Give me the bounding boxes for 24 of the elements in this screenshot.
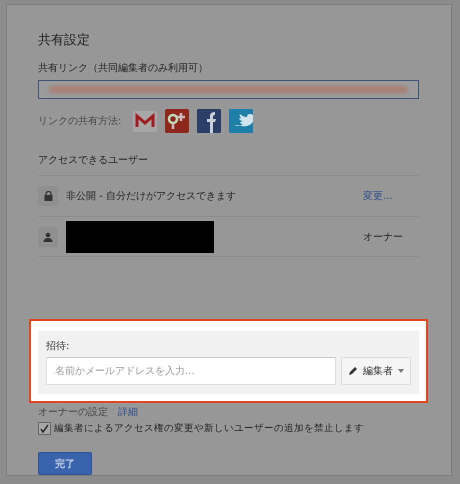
permission-dropdown[interactable]: 編集者 [341, 357, 411, 385]
restrict-option-label: 編集者によるアクセス権の変更や新しいユーザーの追加を禁止します [54, 422, 364, 435]
invite-label: 招待: [46, 340, 70, 353]
visibility-text: 非公開 - 自分だけがアクセスできます [66, 190, 237, 203]
person-icon [38, 226, 58, 247]
done-button[interactable]: 完了 [38, 452, 92, 475]
owner-settings-label: オーナーの設定 [38, 406, 108, 419]
dialog-title: 共有設定 [38, 32, 91, 49]
share-link-field[interactable] [38, 80, 419, 99]
pencil-icon [348, 366, 358, 376]
access-heading: アクセスできるユーザー [38, 152, 419, 176]
share-via-label: リンクの共有方法: [38, 114, 122, 128]
caret-icon [398, 369, 404, 373]
details-link[interactable]: 詳細 [118, 405, 174, 419]
change-link[interactable]: 変更... [363, 188, 419, 203]
share-link-label: 共有リンク（共同編集者のみ利用可） [38, 62, 209, 75]
invite-input[interactable]: 名前かメールアドレスを入力... [46, 357, 336, 385]
restrict-checkbox[interactable] [38, 422, 51, 435]
role-text: オーナー [363, 230, 404, 244]
lock-icon [38, 186, 58, 206]
mail-icon[interactable] [133, 108, 158, 133]
bird-icon[interactable] [229, 108, 254, 133]
google-plus-icon[interactable] [165, 108, 190, 133]
facebook-icon[interactable] [197, 108, 222, 133]
